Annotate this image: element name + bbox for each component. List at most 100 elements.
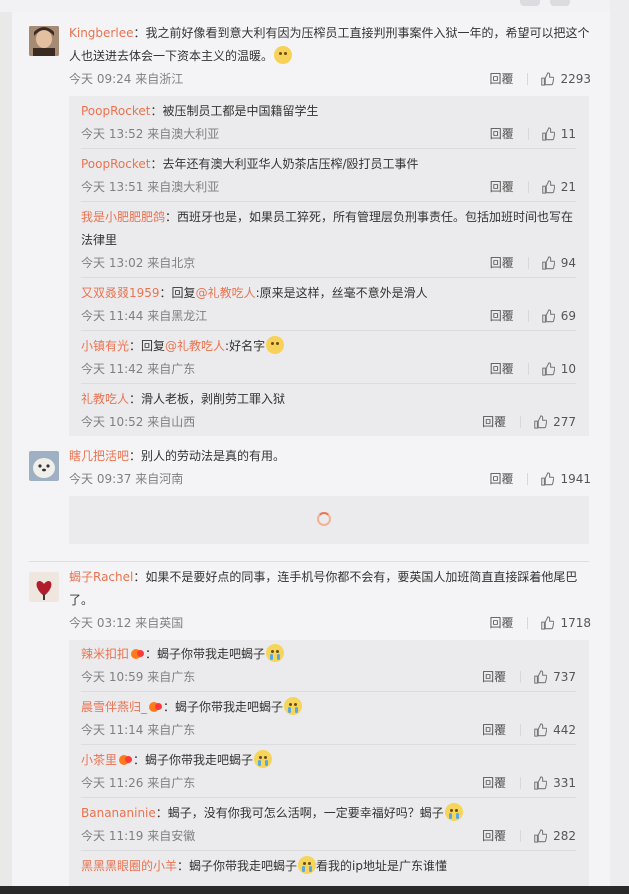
username-link[interactable]: 小镇有光 [81,339,129,353]
username-link[interactable]: 瞎几把活吧 [69,449,129,463]
reply-item: 小茶里 ：蝎子你带我走吧蝎子 今天 11:26 来自广东 回覆 331 [81,749,576,794]
reply-content: :原来是这样，丝毫不意外是滑人 [255,286,428,300]
timestamp: 今天 13:51 来自澳大利亚 [81,180,220,194]
divider [527,617,529,629]
reply-button[interactable]: 回覆 [490,358,514,380]
comment-content: ：如果不是要好点的同事，连手机号你都不会有，要英国人加班简直直接踩着他尾巴了。 [69,570,578,607]
divider [527,128,529,140]
reply-item: 礼教吃人：滑人老板，剥削劳工罪入狱 今天 10:52 来自山西 回覆 277 [81,388,576,433]
timestamp: 今天 11:26 来自广东 [81,776,196,790]
thumbs-up-icon [541,362,555,376]
reply-button[interactable]: 回覆 [489,612,513,634]
comment-text: Kingberlee：我之前好像看到意大利有因为压榨员工直接判刑事案件入狱一年的… [69,22,591,68]
reply-prefix: ：回复 [159,286,196,300]
divider [527,473,529,485]
divider [520,830,522,842]
reply-content: ：蝎子，没有你我可怎么活啊，一定要幸福好吗？蝎子 [155,806,444,820]
reply-item: 我是小肥肥肥鸽：西班牙也是，如果员工猝死，所有管理层负刑事责任。包括加班时间也写… [81,206,576,274]
thumbs-up-icon [541,472,555,486]
like-button[interactable]: 282 [533,825,576,847]
divider [81,383,576,384]
username-link[interactable]: 晨雪伴燕归_ [81,700,147,714]
username-link[interactable]: 蝎子Rachel [69,570,133,584]
loading-spinner-icon [317,512,331,526]
reply-list: PoopRocket：被压制员工都是中国籍留学生 今天 13:52 来自澳大利亚… [69,96,589,436]
divider [81,691,576,692]
like-count: 69 [560,309,576,323]
username-link[interactable]: 黑黑黑眼圈的小羊 [81,859,177,873]
username-link[interactable]: PoopRocket [81,104,150,118]
like-count: 10 [560,362,576,376]
crying-emoji-icon [254,750,273,768]
timestamp: 今天 10:52 来自山西 [81,415,196,429]
like-count: 94 [560,256,576,270]
reply-button[interactable]: 回覆 [482,411,506,433]
mention-link[interactable]: @礼教吃人 [196,286,256,300]
reply-button[interactable]: 回覆 [482,666,506,688]
like-button[interactable]: 11 [541,123,576,145]
reply-item: 小镇有光：回复@礼教吃人:好名字 今天 11:42 来自广东 回覆 10 [81,335,576,380]
reply-button[interactable]: 回覆 [482,825,506,847]
reply-button[interactable]: 回覆 [482,719,506,741]
thumbs-up-icon [541,180,555,194]
reply-content: ：蝎子你带我走吧蝎子 [133,753,254,767]
crying-emoji-icon [266,644,285,662]
reply-item: PoopRocket：去年还有澳大利亚华人奶茶店压榨/殴打员工事件 今天 13:… [81,153,576,198]
timestamp: 今天 13:52 来自澳大利亚 [81,127,220,141]
comment-content: ：我之前好像看到意大利有因为压榨员工直接判刑事案件入狱一年的，希望可以把这个人也… [69,26,590,63]
timestamp: 今天 11:42 来自广东 [81,362,196,376]
reply-content: ：蝎子你带我走吧蝎子 [163,700,284,714]
like-count: 1718 [560,616,591,630]
username-link[interactable]: 小茶里 [81,753,117,767]
like-button[interactable]: 2293 [540,68,591,90]
divider [81,277,576,278]
like-button[interactable]: 277 [533,411,576,433]
like-button[interactable]: 1718 [540,612,591,634]
username-link[interactable]: 又双叒叕1959 [81,286,160,300]
avatar[interactable] [29,451,59,481]
crying-emoji-icon [284,697,303,715]
divider [81,201,576,202]
reply-button[interactable]: 回覆 [489,68,513,90]
username-link[interactable]: Kingberlee [69,26,133,40]
like-count: 282 [553,829,576,843]
fan-badge-icon [119,754,133,766]
mention-link[interactable]: @礼教吃人 [165,339,225,353]
reply-button[interactable]: 回覆 [490,305,514,327]
reply-button[interactable]: 回覆 [489,468,513,490]
like-button[interactable]: 69 [541,305,576,327]
loading-area [69,496,589,544]
reply-content: ：被压制员工都是中国籍留学生 [150,104,319,118]
reply-item: PoopRocket：被压制员工都是中国籍留学生 今天 13:52 来自澳大利亚… [81,100,576,145]
divider [527,181,529,193]
username-link[interactable]: 辣米扣扣 [81,647,129,661]
username-link[interactable]: 礼教吃人 [81,392,129,406]
reply-content: ：去年还有澳大利亚华人奶茶店压榨/殴打员工事件 [150,157,419,171]
like-count: 331 [553,776,576,790]
like-button[interactable]: 10 [541,358,576,380]
reply-button[interactable]: 回覆 [490,252,514,274]
username-link[interactable]: Banananinie [81,806,156,820]
browser-top-strip [0,0,629,12]
divider [527,310,529,322]
username-link[interactable]: 我是小肥肥肥鸽 [81,210,165,224]
like-button[interactable]: 1941 [540,468,591,490]
reply-button[interactable]: 回覆 [482,772,506,794]
like-button[interactable]: 21 [541,176,576,198]
reply-button[interactable]: 回覆 [490,176,514,198]
timestamp: 今天 03:12 来自英国 [69,616,184,630]
divider [520,777,522,789]
reply-button[interactable]: 回覆 [490,123,514,145]
comments-panel: Kingberlee：我之前好像看到意大利有因为压榨员工直接判刑事案件入狱一年的… [12,12,610,894]
reply-content: ：滑人老板，剥削劳工罪入狱 [129,392,286,406]
like-count: 2293 [560,72,591,86]
avatar[interactable] [29,572,59,602]
crying-emoji-icon [298,856,317,874]
like-button[interactable]: 442 [533,719,576,741]
username-link[interactable]: PoopRocket [81,157,150,171]
like-button[interactable]: 331 [533,772,576,794]
like-button[interactable]: 737 [533,666,576,688]
like-count: 1941 [560,472,591,486]
like-button[interactable]: 94 [541,252,576,274]
avatar[interactable] [29,26,59,56]
